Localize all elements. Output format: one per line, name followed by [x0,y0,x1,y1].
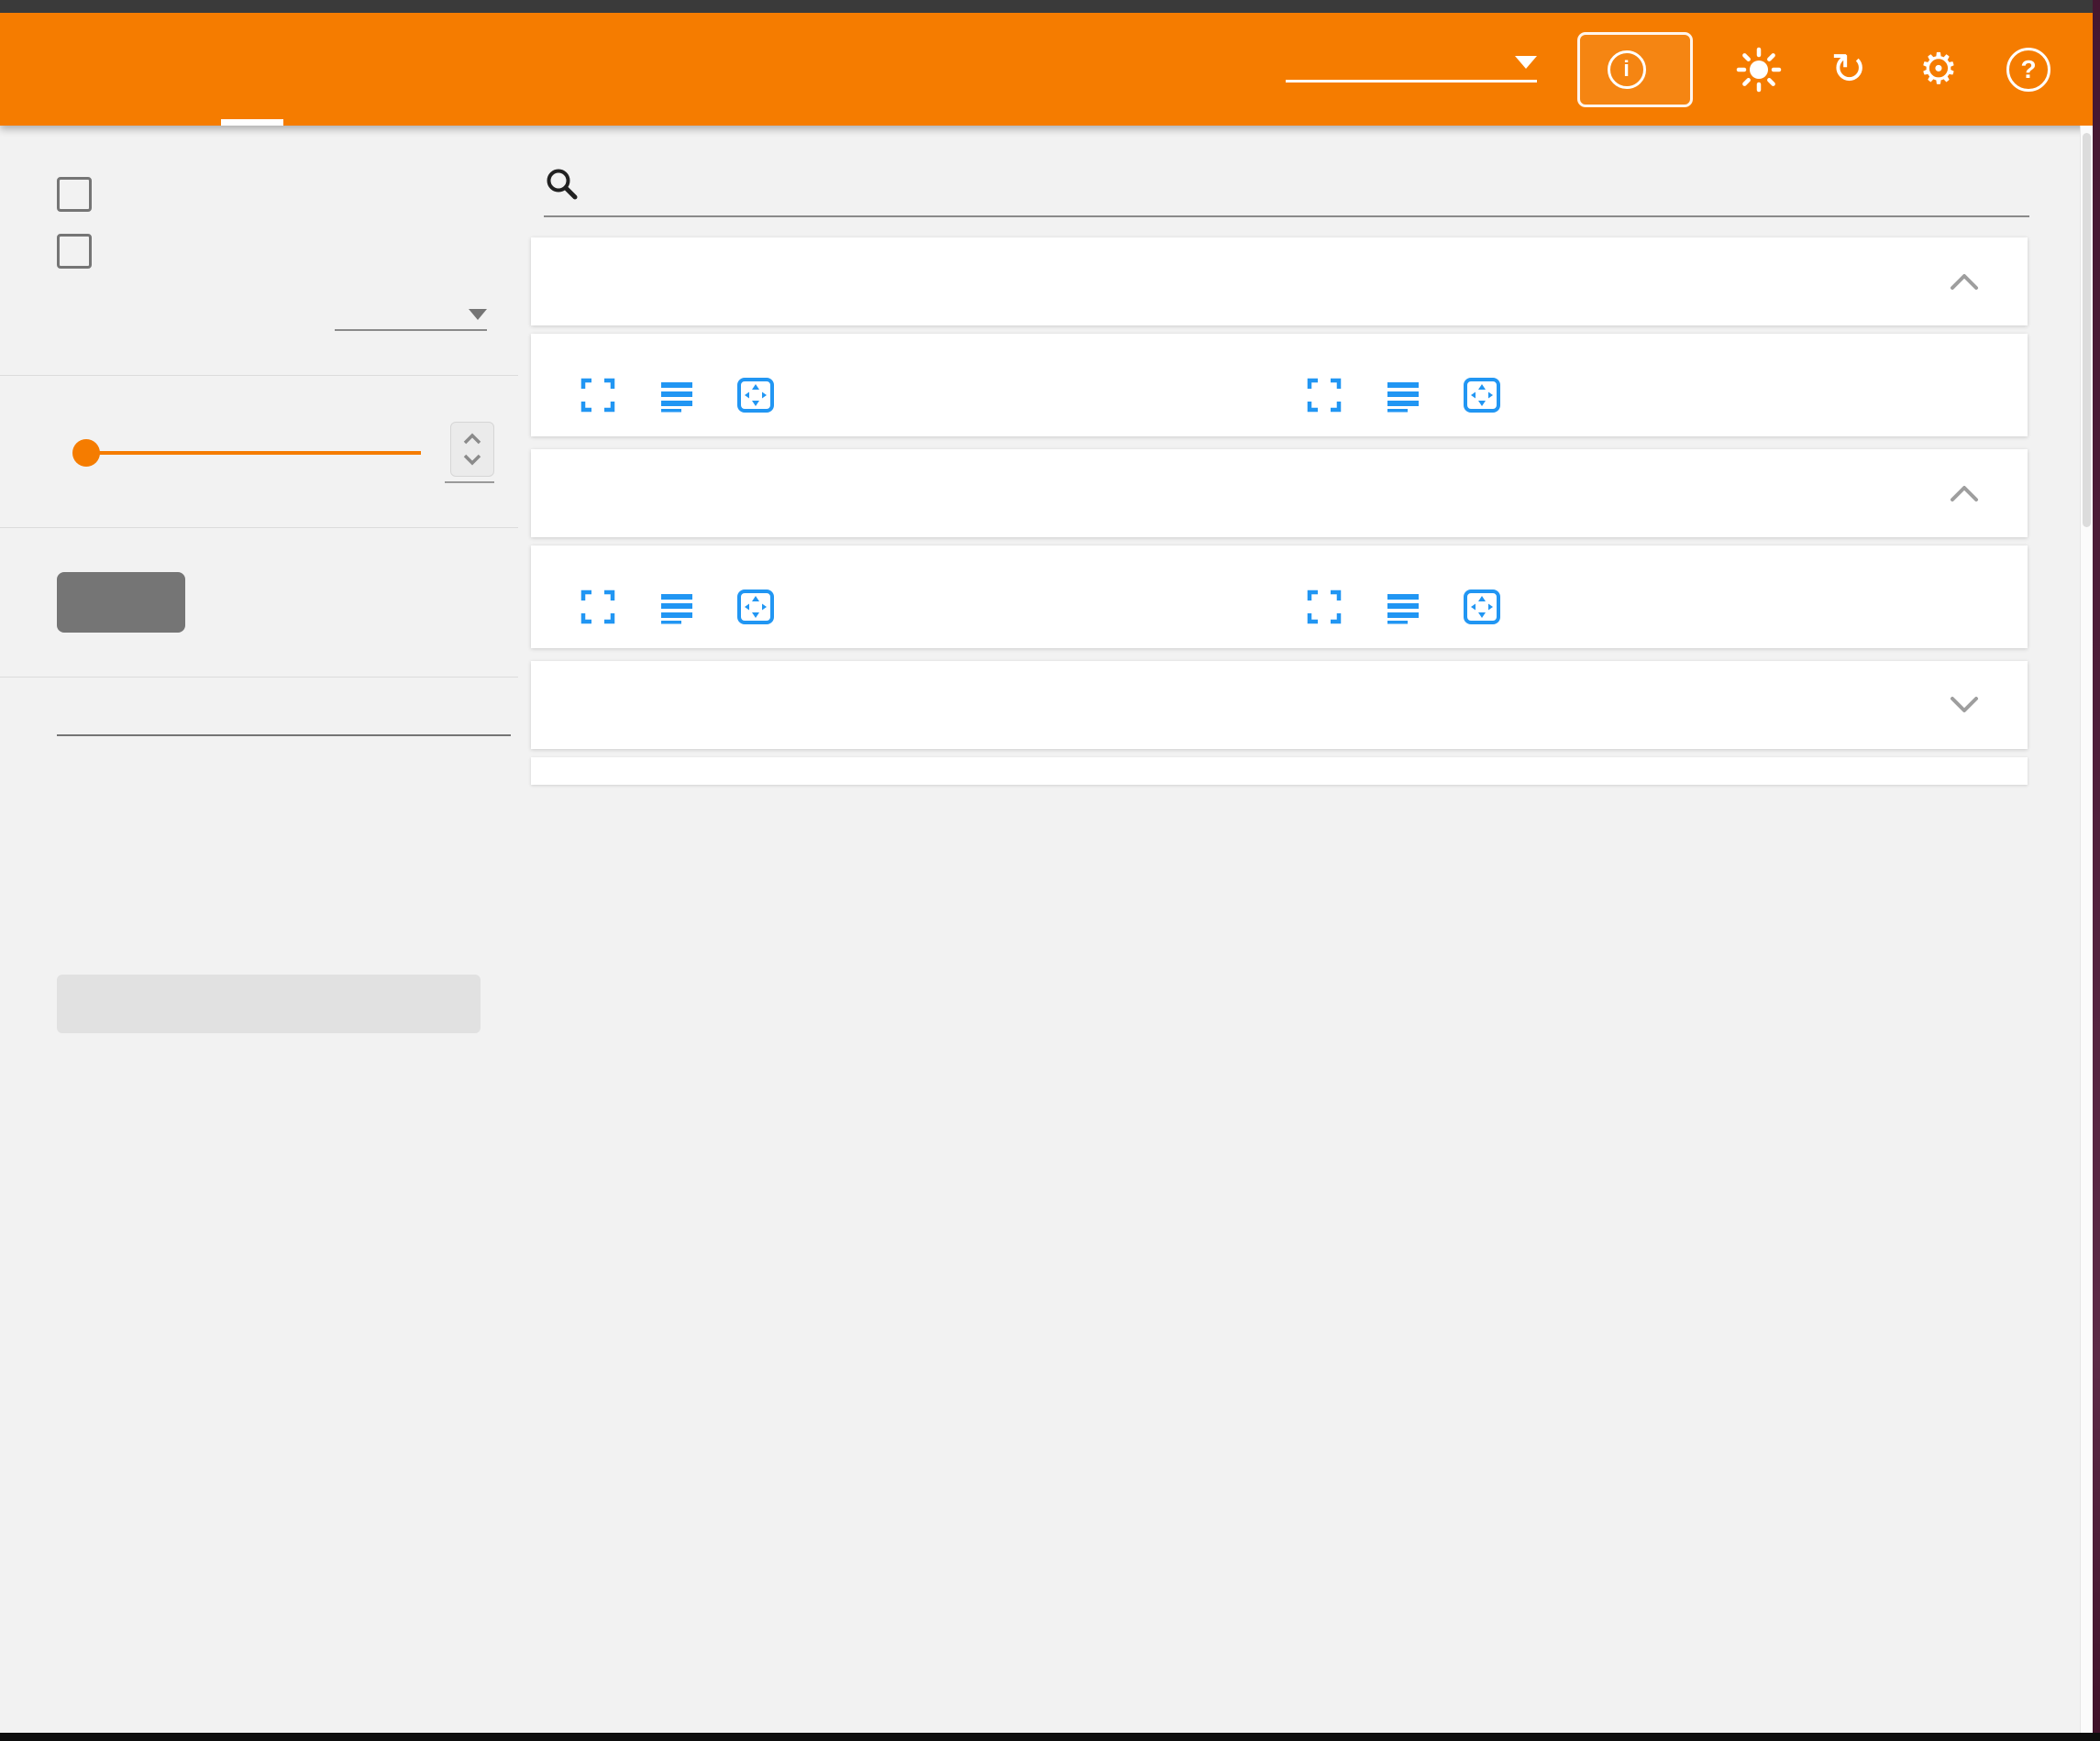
search-icon [544,166,579,201]
axis-step-button[interactable] [57,572,185,633]
settings-sidebar [0,126,518,1057]
app-header: i ↻ ⚙ ? [0,13,2093,126]
tab-time-series[interactable] [142,13,216,126]
header-actions: i ↻ ⚙ ? [1286,32,2093,107]
run-row-btc[interactable] [57,918,518,949]
fit-domain-icon[interactable] [735,374,777,416]
run-color-ring [106,867,132,893]
ignore-outliers-row[interactable] [57,234,518,269]
smoothing-value-field[interactable] [445,422,494,483]
upload-button[interactable]: i [1577,32,1693,107]
expand-lines-icon[interactable] [1382,374,1424,416]
scrollbar-thumb[interactable] [2083,133,2091,527]
run-checkbox[interactable] [57,918,88,949]
sidebar-divider [0,527,518,528]
chart-actions [1303,586,2018,628]
dashboard-main [518,126,2082,785]
smoothing-slider[interactable] [86,451,421,455]
help-icon[interactable]: ? [2005,46,2052,94]
expand-lines-icon[interactable] [1382,586,1424,628]
tooltip-sorting-dropdown[interactable] [335,309,487,331]
chevron-down-icon[interactable] [1949,695,1980,715]
fit-domain-icon[interactable] [735,586,777,628]
chart-ep-len-mean [566,577,1292,635]
page-scrollbar[interactable] [2080,126,2093,1741]
desktop-right-edge [2093,0,2100,1741]
ignore-outliers-checkbox[interactable] [57,234,92,269]
chart-actions [1303,374,2018,416]
chevron-down-icon [1515,56,1537,69]
desktop-top-edge [0,0,2100,13]
run-checkbox[interactable] [57,758,88,789]
chart-actions [577,586,1292,628]
tab-scalars[interactable] [216,13,289,126]
section-rollout [531,449,2028,648]
run-row-ada[interactable] [57,865,518,896]
chevron-down-icon [469,309,487,320]
runs-filter-input[interactable] [57,722,511,736]
chevron-up-icon[interactable] [1949,271,1980,292]
refresh-icon[interactable]: ↻ [1825,46,1873,94]
chart-mean-ep-length [566,365,1292,424]
show-download-links-row[interactable] [57,177,518,212]
main-tabs [142,13,289,126]
chevron-up-icon[interactable] [1949,483,1980,503]
section-eval-header[interactable] [531,237,2028,325]
show-download-links-checkbox[interactable] [57,177,92,212]
fullscreen-icon[interactable] [1303,586,1345,628]
run-color-ring [106,920,132,946]
run-checkbox[interactable] [57,811,88,843]
chart-ep-rew-mean [1292,577,2018,635]
info-icon: i [1608,50,1646,89]
expand-lines-icon[interactable] [656,374,698,416]
smoothing-controls [86,422,518,483]
chart-mean-reward [1292,365,2018,424]
status-dropdown[interactable] [1286,56,1537,83]
fit-domain-icon[interactable] [1461,586,1503,628]
next-section-partial [531,757,2028,785]
horizontal-axis-options [57,572,518,633]
smoothing-slider-thumb[interactable] [72,439,100,467]
section-time [531,661,2028,749]
stepper-icon[interactable] [450,422,494,477]
settings-gear-icon[interactable]: ⚙ [1915,46,1962,94]
smoothing-value [445,475,450,477]
sidebar-divider [0,677,518,678]
chart-actions [577,374,1292,416]
tooltip-sorting-label [57,309,298,331]
tooltip-sorting-row [57,309,518,331]
expand-lines-icon[interactable] [656,586,698,628]
section-eval-body [531,334,2028,436]
sidebar-divider [0,375,518,376]
run-checkbox[interactable] [57,865,88,896]
theme-brightness-icon[interactable] [1735,46,1783,94]
fullscreen-icon[interactable] [1303,374,1345,416]
run-row-1inch[interactable] [57,758,518,789]
fullscreen-icon[interactable] [577,374,619,416]
filter-tags-field[interactable] [544,166,2029,217]
desktop-bottom-edge [0,1733,2100,1741]
section-rollout-body [531,545,2028,648]
run-row-aave[interactable] [57,811,518,843]
toggle-all-runs-button[interactable] [57,975,481,1033]
run-color-ring [106,761,132,787]
run-color-ring [106,814,132,840]
section-rollout-header[interactable] [531,449,2028,537]
fit-domain-icon[interactable] [1461,374,1503,416]
section-time-header[interactable] [531,661,2028,749]
fullscreen-icon[interactable] [577,586,619,628]
section-eval [531,237,2028,436]
smoothing-slider-fill [86,451,421,455]
